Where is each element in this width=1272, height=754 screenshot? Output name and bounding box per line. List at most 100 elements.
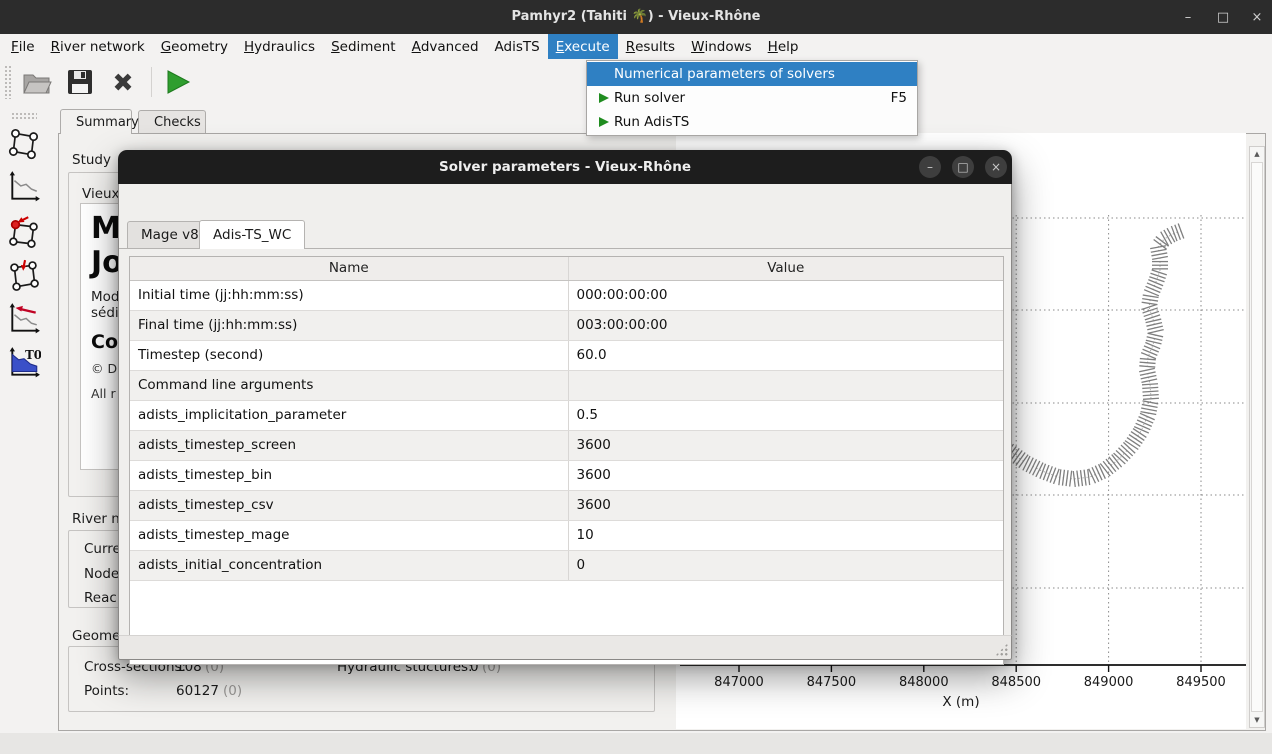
scrollbar-thumb[interactable]: [1251, 162, 1263, 712]
cross-section-mark: [1142, 384, 1158, 385]
tab-summary[interactable]: Summary: [60, 109, 132, 134]
initial-conditions-button[interactable]: T0: [6, 345, 42, 381]
param-row-7[interactable]: adists_timestep_csv3600: [130, 490, 1003, 520]
cross-section-mark: [1151, 253, 1167, 256]
menu-geometry[interactable]: Geometry: [153, 34, 236, 59]
param-name-cell[interactable]: Final time (jj:hh:mm:ss): [130, 310, 568, 340]
param-row-0[interactable]: Initial time (jj:hh:mm:ss)000:00:00:00: [130, 280, 1003, 310]
cross-section-mark: [1016, 453, 1025, 466]
dialog-tab-adis-ts-wc[interactable]: Adis-TS_WC: [199, 220, 305, 249]
param-row-1[interactable]: Final time (jj:hh:mm:ss)003:00:00:00: [130, 310, 1003, 340]
tab-summary-label: Summary: [76, 115, 139, 130]
param-row-5[interactable]: adists_timestep_screen3600: [130, 430, 1003, 460]
cross-section-mark: [1142, 387, 1158, 388]
cross-section-mark: [1033, 461, 1040, 475]
menu-help[interactable]: Help: [760, 34, 807, 59]
param-name-cell[interactable]: adists_implicitation_parameter: [130, 400, 568, 430]
param-row-4[interactable]: adists_implicitation_parameter0.5: [130, 400, 1003, 430]
param-value-cell[interactable]: 003:00:00:00: [568, 310, 1003, 340]
dialog-titlebar[interactable]: Solver parameters - Vieux-Rhône – □ ×: [118, 150, 1012, 184]
param-name-cell[interactable]: Timestep (second): [130, 340, 568, 370]
x-tick-label: 849000: [1084, 675, 1134, 690]
river-network-button[interactable]: [6, 125, 42, 161]
menu-results[interactable]: Results: [618, 34, 683, 59]
param-value-cell[interactable]: [568, 370, 1003, 400]
menubar: FileRiver networkGeometryHydraulicsSedim…: [0, 34, 1272, 59]
cross-section-mark: [1133, 429, 1146, 438]
dialog-close-button[interactable]: ×: [985, 156, 1007, 178]
cross-section-mark: [1109, 457, 1119, 470]
cross-section-mark: [1141, 408, 1157, 411]
menu-adists[interactable]: AdisTS: [487, 34, 548, 59]
param-name-cell[interactable]: Command line arguments: [130, 370, 568, 400]
geometry-group-label: Geome: [72, 628, 120, 644]
cross-section-mark: [1148, 330, 1164, 334]
menu-river-network[interactable]: River network: [43, 34, 153, 59]
x-tick-label: 849500: [1176, 675, 1226, 690]
menu-item-numerical-parameters[interactable]: Numerical parameters of solvers: [587, 62, 917, 86]
node-editor-button[interactable]: [6, 213, 42, 249]
cross-section-mark: [1148, 333, 1164, 337]
param-value-cell[interactable]: 0: [568, 550, 1003, 580]
param-row-8[interactable]: adists_timestep_mage10: [130, 520, 1003, 550]
param-name-cell[interactable]: adists_timestep_bin: [130, 460, 568, 490]
sediment-layers-button[interactable]: [6, 301, 42, 337]
param-row-9[interactable]: adists_initial_concentration0: [130, 550, 1003, 580]
menu-execute[interactable]: Execute: [548, 34, 618, 59]
menu-sediment[interactable]: Sediment: [323, 34, 404, 59]
param-name-cell[interactable]: Initial time (jj:hh:mm:ss): [130, 280, 568, 310]
param-value-cell[interactable]: 0.5: [568, 400, 1003, 430]
menu-item-run-solver[interactable]: Run solver F5: [587, 86, 917, 110]
reach-editor-icon: [7, 258, 41, 292]
param-value-cell[interactable]: 3600: [568, 490, 1003, 520]
menu-item-label: Run AdisTS: [614, 114, 689, 130]
param-value-cell[interactable]: 10: [568, 520, 1003, 550]
param-name-cell[interactable]: adists_timestep_mage: [130, 520, 568, 550]
param-name-cell[interactable]: adists_initial_concentration: [130, 550, 568, 580]
menu-windows[interactable]: Windows: [683, 34, 760, 59]
window-close-button[interactable]: ×: [1241, 0, 1272, 34]
menu-item-label: Run solver: [614, 90, 685, 106]
scroll-up-arrow-icon[interactable]: ▲: [1250, 147, 1264, 161]
menu-advanced[interactable]: Advanced: [404, 34, 487, 59]
vertical-scrollbar[interactable]: ▲ ▼: [1249, 146, 1265, 728]
window-minimize-button[interactable]: –: [1172, 0, 1204, 34]
column-header-name: Name: [130, 257, 568, 280]
dialog-maximize-button[interactable]: □: [952, 156, 974, 178]
param-row-2[interactable]: Timestep (second)60.0: [130, 340, 1003, 370]
window-maximize-button[interactable]: □: [1207, 0, 1239, 34]
cross-section-mark: [1139, 368, 1155, 371]
toolbar-drag-handle[interactable]: [4, 65, 11, 99]
scroll-down-arrow-icon[interactable]: ▼: [1250, 713, 1264, 727]
geometry-profile-button[interactable]: [6, 169, 42, 205]
save-button[interactable]: [63, 65, 97, 99]
cross-section-mark: [1019, 455, 1028, 468]
param-value-cell[interactable]: 3600: [568, 430, 1003, 460]
param-name-cell[interactable]: adists_timestep_screen: [130, 430, 568, 460]
resize-grip[interactable]: [995, 643, 1008, 656]
param-value-cell[interactable]: 60.0: [568, 340, 1003, 370]
menu-item-shortcut: F5: [891, 90, 907, 106]
cross-section-mark: [1147, 326, 1163, 330]
reach-editor-button[interactable]: [6, 257, 42, 293]
param-row-6[interactable]: adists_timestep_bin3600: [130, 460, 1003, 490]
menu-file[interactable]: File: [3, 34, 43, 59]
save-icon: [66, 68, 94, 96]
x-tick-label: 848500: [991, 675, 1041, 690]
tab-checks[interactable]: Checks: [138, 110, 206, 133]
param-name-cell[interactable]: adists_timestep_csv: [130, 490, 568, 520]
menu-item-run-adists[interactable]: Run AdisTS: [587, 110, 917, 134]
param-value-cell[interactable]: 3600: [568, 460, 1003, 490]
solver-parameters-dialog: Solver parameters - Vieux-Rhône – □ × Ma…: [118, 150, 1012, 660]
cross-section-mark: [1026, 458, 1033, 472]
cross-section-mark: [1080, 470, 1082, 486]
param-value-cell[interactable]: 000:00:00:00: [568, 280, 1003, 310]
close-study-button[interactable]: [106, 65, 140, 99]
menu-hydraulics[interactable]: Hydraulics: [236, 34, 323, 59]
side-toolbar-drag-handle[interactable]: [11, 112, 37, 119]
cross-section-mark: [1140, 372, 1156, 375]
run-solver-button[interactable]: [161, 65, 195, 99]
param-row-3[interactable]: Command line arguments: [130, 370, 1003, 400]
dialog-minimize-button[interactable]: –: [919, 156, 941, 178]
open-folder-button[interactable]: [20, 65, 54, 99]
